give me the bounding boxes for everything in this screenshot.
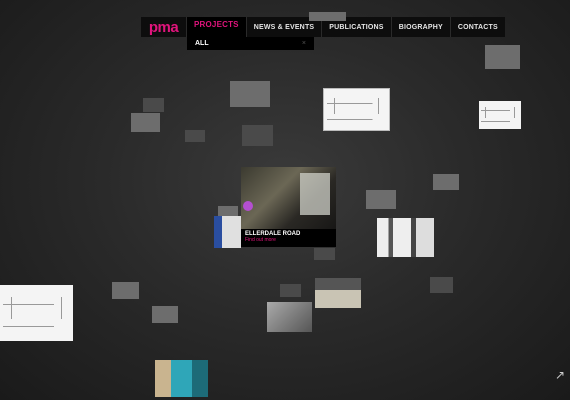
project-thumbnail[interactable] [366,190,396,209]
project-thumbnail[interactable] [485,45,520,69]
featured-project-card[interactable]: ELLERDALE ROAD Find out more [241,167,336,247]
nav-biography[interactable]: BIOGRAPHY [390,17,450,37]
close-icon[interactable]: × [302,40,306,47]
project-thumbnail[interactable] [230,81,270,107]
filter-selected-label: ALL [195,40,209,47]
project-thumbnail[interactable] [430,277,453,293]
expand-icon[interactable]: ↗ [555,368,565,382]
nav-projects[interactable]: PROJECTS [186,17,246,37]
featured-project-image [300,173,330,215]
project-thumbnail[interactable] [433,174,459,190]
project-thumbnail[interactable] [280,284,301,297]
project-thumbnail[interactable] [315,278,361,308]
project-thumbnail[interactable] [323,88,390,131]
project-thumbnail[interactable] [155,360,208,397]
project-thumbnail[interactable] [0,285,73,341]
featured-project-link[interactable]: Find out more [245,237,332,243]
featured-project-caption: ELLERDALE ROAD Find out more [241,229,336,247]
project-thumbnail[interactable] [377,218,434,257]
project-thumbnail[interactable] [309,12,346,21]
pma-logo[interactable]: pma [141,17,186,37]
project-thumbnail[interactable] [242,125,273,146]
project-thumbnail[interactable] [185,130,205,142]
project-thumbnail[interactable] [214,216,241,248]
project-thumbnail[interactable] [314,248,335,260]
project-thumbnail[interactable] [112,282,139,299]
project-thumbnail[interactable] [152,306,178,323]
nav-contacts[interactable]: CONTACTS [449,17,505,37]
projects-filter-dropdown[interactable]: ALL × [187,37,314,50]
project-thumbnail[interactable] [143,98,164,112]
featured-project-image-detail [243,201,253,211]
project-thumbnail[interactable] [131,113,160,132]
project-thumbnail[interactable] [267,302,312,332]
project-thumbnail[interactable] [479,101,521,129]
